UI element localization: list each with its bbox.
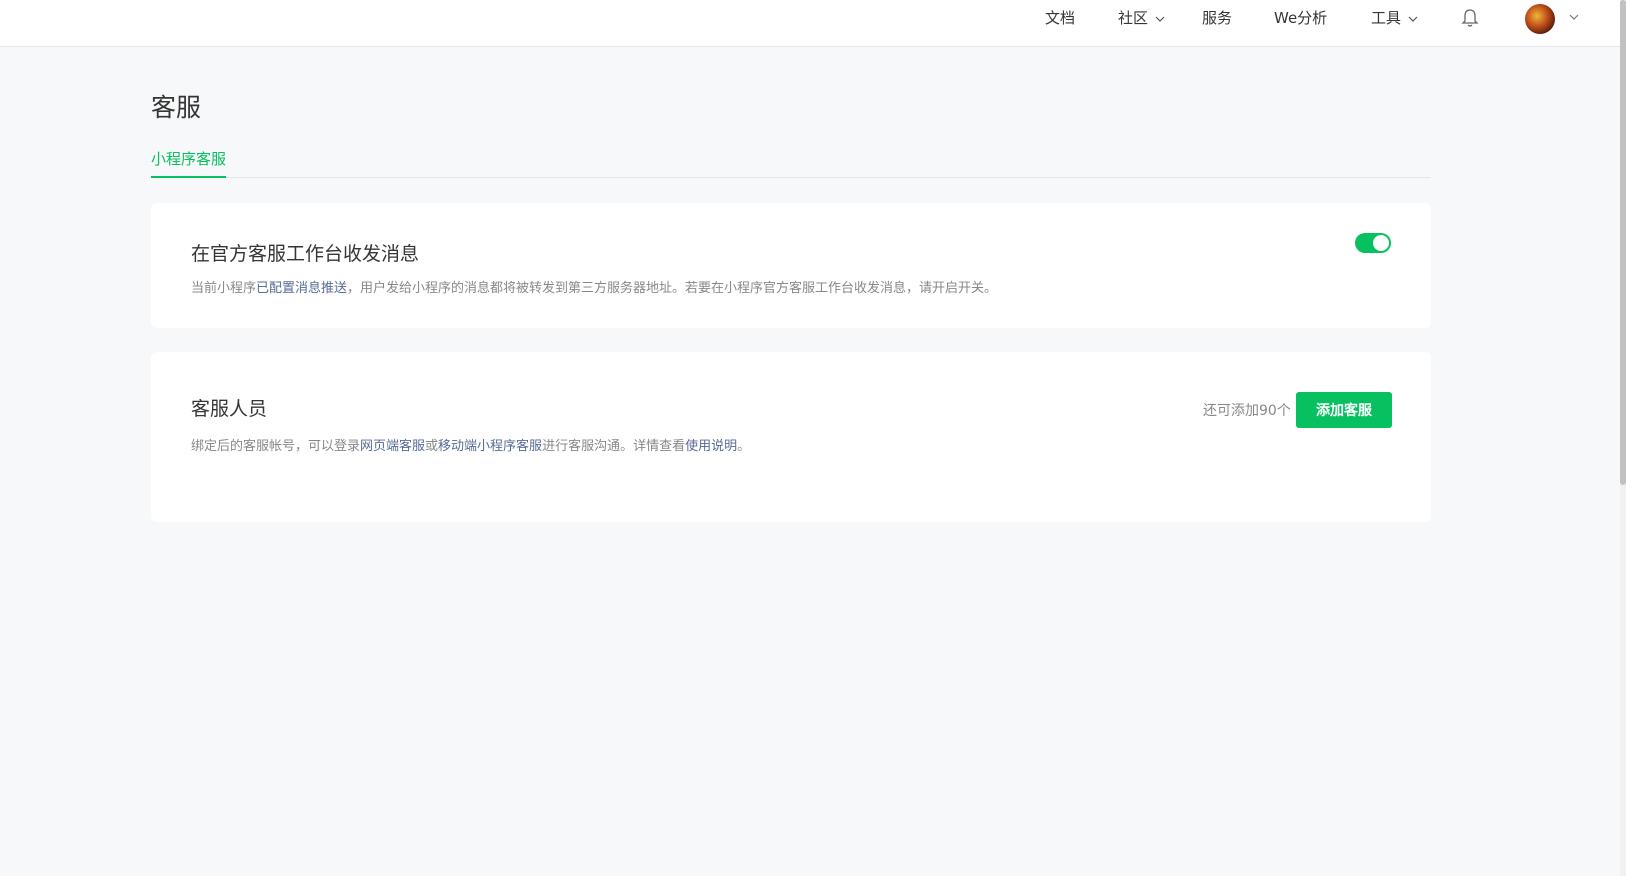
usage-instructions-link[interactable]: 使用说明 [685,439,737,454]
tab-bar: 小程序客服 [151,143,1431,178]
mobile-customer-service-link[interactable]: 移动端小程序客服 [438,439,542,454]
nav-we-analytics-label: We分析 [1274,9,1328,27]
workbench-toggle[interactable] [1355,233,1391,253]
bell-icon[interactable] [1461,8,1479,28]
staff-desc-part2: 进行客服沟通。详情查看 [542,439,686,454]
remaining-count: 还可添加90个 [1203,403,1291,419]
nav-community-label: 社区 [1118,9,1149,27]
official-workbench-card: 在官方客服工作台收发消息 当前小程序已配置消息推送，用户发给小程序的消息都将被转… [151,203,1431,328]
chevron-down-icon [1408,16,1418,22]
add-customer-service-button[interactable]: 添加客服 [1296,392,1392,428]
nav-docs[interactable]: 文档 [1045,0,1075,36]
staff-title: 客服人员 [191,398,268,420]
nav-docs-label: 文档 [1045,9,1076,27]
configured-push-link[interactable]: 已配置消息推送 [256,281,347,296]
top-navigation-bar: 文档 社区 服务 We分析 工具 [0,0,1620,47]
staff-desc-part1: 绑定后的客服帐号，可以登录 [191,439,361,454]
nav-tools-label: 工具 [1371,9,1402,27]
web-customer-service-link[interactable]: 网页端客服 [360,439,425,454]
chevron-down-icon[interactable] [1568,11,1580,23]
nav-services[interactable]: 服务 [1202,0,1232,36]
toggle-knob [1373,235,1389,251]
tab-miniprogram-customer-service[interactable]: 小程序客服 [151,143,227,178]
staff-desc-end: 。 [737,439,751,454]
staff-description: 绑定后的客服帐号，可以登录网页端客服或移动端小程序客服进行客服沟通。详情查看使用… [191,435,750,454]
staff-desc-or: 或 [425,439,439,454]
official-workbench-title: 在官方客服工作台收发消息 [191,243,420,265]
staff-card: 客服人员 绑定后的客服帐号，可以登录网页端客服或移动端小程序客服进行客服沟通。详… [151,352,1431,522]
official-workbench-description: 当前小程序已配置消息推送，用户发给小程序的消息都将被转发到第三方服务器地址。若要… [191,277,997,296]
desc-prefix: 当前小程序 [191,281,257,296]
nav-services-label: 服务 [1202,9,1233,27]
avatar[interactable] [1525,4,1555,34]
page-title: 客服 [151,93,202,122]
nav-community[interactable]: 社区 [1118,0,1165,36]
nav-we-analytics[interactable]: We分析 [1274,0,1327,36]
desc-suffix: ，用户发给小程序的消息都将被转发到第三方服务器地址。若要在小程序官方客服工作台收… [347,281,998,296]
nav-tools[interactable]: 工具 [1371,0,1418,36]
chevron-down-icon [1155,16,1165,22]
scrollbar-thumb[interactable] [1620,0,1626,485]
